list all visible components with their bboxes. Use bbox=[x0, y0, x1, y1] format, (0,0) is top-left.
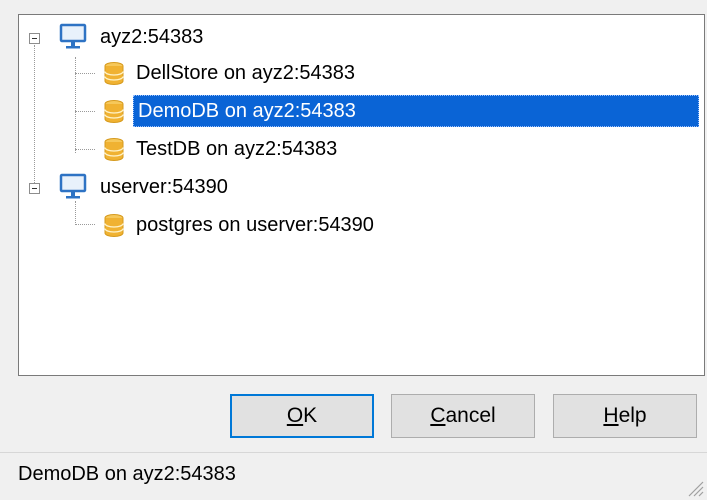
cancel-button[interactable]: Cancel bbox=[391, 394, 535, 438]
computer-icon bbox=[59, 23, 87, 49]
help-mnemonic: H bbox=[603, 404, 619, 427]
collapse-toggle-icon[interactable] bbox=[29, 33, 40, 44]
tree-node-database[interactable]: TestDB on ayz2:54383 bbox=[19, 133, 699, 165]
cancel-label: ancel bbox=[445, 404, 496, 427]
tree-node-label: userver:54390 bbox=[100, 176, 228, 198]
tree-node-database[interactable]: postgres on userver:54390 bbox=[19, 209, 699, 241]
help-button[interactable]: Help bbox=[553, 394, 697, 438]
computer-icon bbox=[59, 173, 87, 199]
ok-mnemonic: O bbox=[286, 404, 304, 427]
database-tree[interactable]: ayz2:54383 DellStore on ayz2:54383 DemoD… bbox=[18, 14, 705, 376]
collapse-toggle-icon[interactable] bbox=[29, 183, 40, 194]
tree-node-database[interactable]: DellStore on ayz2:54383 bbox=[19, 57, 699, 89]
ok-button[interactable]: OK bbox=[230, 394, 374, 438]
select-database-dialog: ayz2:54383 DellStore on ayz2:54383 DemoD… bbox=[0, 0, 707, 500]
tree-node-database-selected[interactable]: DemoDB on ayz2:54383 bbox=[19, 95, 699, 127]
database-icon bbox=[104, 138, 124, 161]
database-icon bbox=[104, 100, 124, 123]
cancel-mnemonic: C bbox=[430, 404, 446, 427]
status-text: DemoDB on ayz2:54383 bbox=[18, 463, 236, 485]
tree-node-server-ayz2[interactable]: ayz2:54383 bbox=[19, 21, 699, 53]
tree-node-label: DellStore on ayz2:54383 bbox=[136, 62, 356, 84]
help-label: elp bbox=[618, 404, 647, 427]
resize-grip-icon[interactable] bbox=[685, 478, 705, 498]
tree-node-label: postgres on userver:54390 bbox=[136, 214, 374, 236]
database-icon bbox=[104, 214, 124, 237]
status-bar: DemoDB on ayz2:54383 bbox=[0, 452, 707, 500]
ok-label: K bbox=[303, 404, 318, 427]
database-icon bbox=[104, 62, 124, 85]
tree-node-label: DemoDB on ayz2:54383 bbox=[133, 95, 699, 127]
tree-node-label: TestDB on ayz2:54383 bbox=[136, 138, 338, 160]
tree-node-server-userver[interactable]: userver:54390 bbox=[19, 171, 699, 203]
tree-node-label: ayz2:54383 bbox=[100, 26, 204, 48]
